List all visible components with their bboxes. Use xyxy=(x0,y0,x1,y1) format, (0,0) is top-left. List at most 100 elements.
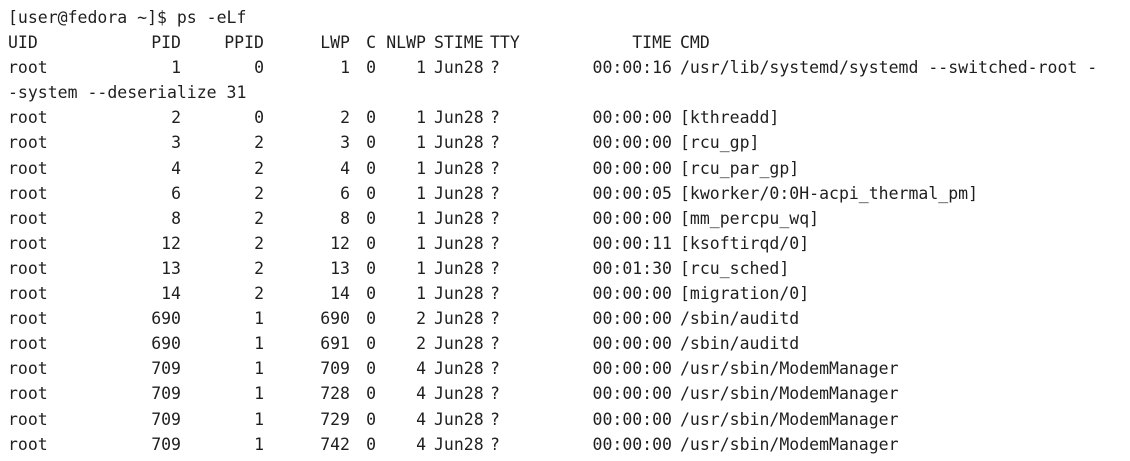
cell-cmd: [mm_percpu_wq] xyxy=(680,208,820,228)
cell-tty: ? xyxy=(490,359,500,379)
header-lwp: LWP xyxy=(320,33,350,53)
cell-stime: Jun28 xyxy=(434,434,484,454)
cell-c: 0 xyxy=(366,284,376,304)
header-ppid: PPID xyxy=(224,33,264,53)
table-row: root 8 2 8 0 1 Jun28? 00:00:00 [mm_percpu_wq] xyxy=(8,206,1130,231)
cell-tty: ? xyxy=(490,309,500,329)
cell-time: 00:00:11 xyxy=(592,233,672,253)
cell-cmd: /usr/sbin/ModemManager xyxy=(680,409,899,429)
header-c: C xyxy=(366,33,376,53)
cell-nlwp: 1 xyxy=(416,183,426,203)
cell-pid: 709 xyxy=(151,359,181,379)
cell-lwp: 6 xyxy=(340,183,350,203)
cell-lwp: 709 xyxy=(320,359,350,379)
process-list: root 1 0 1 0 1 Jun28? 00:00:16/usr/lib/systemd/… xyxy=(8,55,1130,457)
table-row: root 709 1 742 0 4 Jun28? 00:00:00/usr/sbin/Mod… xyxy=(8,432,1130,457)
cell-ppid: 2 xyxy=(254,133,264,153)
header-pid: PID xyxy=(151,33,181,53)
cell-cmd: /sbin/auditd xyxy=(680,309,800,329)
cell-stime: Jun28 xyxy=(434,359,484,379)
cell-tty: ? xyxy=(490,284,500,304)
cell-cmd: [ksoftirqd/0] xyxy=(680,233,810,253)
cell-lwp: 4 xyxy=(340,158,350,178)
cell-cmd: [kthreadd] xyxy=(680,108,780,128)
cell-time: 00:00:00 xyxy=(592,409,672,429)
cell-c: 0 xyxy=(366,409,376,429)
cell-c: 0 xyxy=(366,108,376,128)
header-stime: STIME xyxy=(434,33,484,53)
header-time: TIME xyxy=(632,33,672,53)
cell-nlwp: 4 xyxy=(416,434,426,454)
cell-lwp: 728 xyxy=(320,384,350,404)
cell-stime: Jun28 xyxy=(434,133,484,153)
cell-time: 00:00:00 xyxy=(592,284,672,304)
cell-ppid: 2 xyxy=(254,258,264,278)
cell-stime: Jun28 xyxy=(434,334,484,354)
cell-ppid: 2 xyxy=(254,284,264,304)
cell-lwp: 691 xyxy=(320,334,350,354)
cell-cmd: [rcu_par_gp] xyxy=(680,158,800,178)
cell-tty: ? xyxy=(490,233,500,253)
cell-ppid: 2 xyxy=(254,158,264,178)
cell-c: 0 xyxy=(366,434,376,454)
cell-stime: Jun28 xyxy=(434,158,484,178)
cell-pid: 14 xyxy=(161,284,181,304)
table-row: root 2 0 2 0 1 Jun28? 00:00:00 [kthreadd] xyxy=(8,105,1130,130)
cell-time: 00:00:00 xyxy=(592,108,672,128)
cell-pid: 690 xyxy=(151,334,181,354)
cell-c: 0 xyxy=(366,359,376,379)
cell-time: 00:00:00 xyxy=(592,133,672,153)
cell-cmd: /sbin/auditd xyxy=(680,334,800,354)
cell-time: 00:00:16 xyxy=(592,58,672,78)
cell-nlwp: 1 xyxy=(416,208,426,228)
cell-c: 0 xyxy=(366,384,376,404)
cell-ppid: 1 xyxy=(254,359,264,379)
cell-uid: root xyxy=(8,384,48,404)
cell-stime: Jun28 xyxy=(434,409,484,429)
cell-nlwp: 1 xyxy=(416,284,426,304)
wrapped-command-continuation: -system --deserialize 31 xyxy=(8,83,247,103)
cell-pid: 6 xyxy=(171,183,181,203)
header-tty: TTY xyxy=(490,33,520,53)
cell-ppid: 0 xyxy=(254,108,264,128)
cell-cmd: [rcu_sched] xyxy=(680,258,790,278)
cell-tty: ? xyxy=(490,183,500,203)
cell-lwp: 1 xyxy=(340,58,350,78)
cell-ppid: 1 xyxy=(254,409,264,429)
cell-c: 0 xyxy=(366,208,376,228)
cell-uid: root xyxy=(8,334,48,354)
cell-tty: ? xyxy=(490,158,500,178)
cell-cmd: [rcu_gp] xyxy=(680,133,760,153)
cell-stime: Jun28 xyxy=(434,183,484,203)
cell-stime: Jun28 xyxy=(434,309,484,329)
cell-uid: root xyxy=(8,284,48,304)
cell-ppid: 0 xyxy=(254,58,264,78)
cell-ppid: 1 xyxy=(254,384,264,404)
cell-c: 0 xyxy=(366,133,376,153)
terminal-output[interactable]: [user@fedora ~]$ ps -eLf UID PID PPID LW… xyxy=(0,0,1130,461)
cell-lwp: 742 xyxy=(320,434,350,454)
cell-pid: 12 xyxy=(161,233,181,253)
command-prompt: [user@fedora ~]$ ps -eLf xyxy=(8,8,247,27)
cell-stime: Jun28 xyxy=(434,233,484,253)
cell-tty: ? xyxy=(490,208,500,228)
cell-pid: 1 xyxy=(171,58,181,78)
cell-tty: ? xyxy=(490,334,500,354)
cell-nlwp: 4 xyxy=(416,409,426,429)
cell-uid: root xyxy=(8,409,48,429)
table-row: root 709 1 728 0 4 Jun28? 00:00:00/usr/sbin/Mod… xyxy=(8,381,1130,406)
cell-c: 0 xyxy=(366,183,376,203)
cell-tty: ? xyxy=(490,108,500,128)
header-nlwp: NLWP xyxy=(386,33,426,53)
cell-stime: Jun28 xyxy=(434,258,484,278)
cell-c: 0 xyxy=(366,309,376,329)
cell-time: 00:00:00 xyxy=(592,359,672,379)
cell-time: 00:01:30 xyxy=(592,258,672,278)
table-row: root 4 2 4 0 1 Jun28? 00:00:00 [rcu_par_gp] xyxy=(8,156,1130,181)
cell-pid: 690 xyxy=(151,309,181,329)
cell-tty: ? xyxy=(490,258,500,278)
cell-lwp: 12 xyxy=(330,233,350,253)
table-row: root 12 2 12 0 1 Jun28? 00:00:11 [ksoftirqd/0] xyxy=(8,231,1130,256)
cell-time: 00:00:00 xyxy=(592,309,672,329)
cell-lwp: 3 xyxy=(340,133,350,153)
